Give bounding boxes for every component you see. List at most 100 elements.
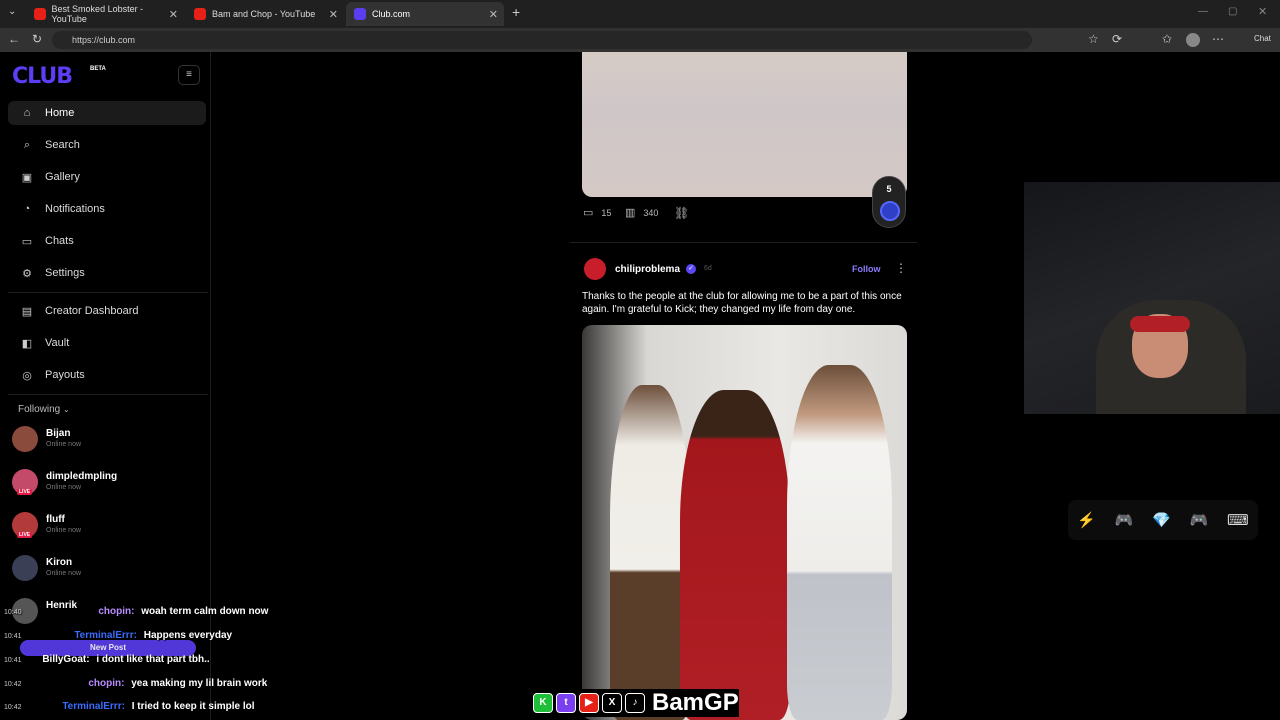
views-icon: ▥ <box>625 207 636 219</box>
following-item-fluff[interactable]: LIVE fluff Online now <box>12 512 202 542</box>
sidebar-item-home[interactable]: ⌂ Home <box>8 101 206 125</box>
photo-person-middle <box>680 390 790 720</box>
following-name: Kiron <box>46 557 73 568</box>
sidebar-item-label: Creator Dashboard <box>45 305 139 317</box>
chevron-down-icon: ⌄ <box>63 405 70 414</box>
tab-youtube-bam[interactable]: Bam and Chop - YouTube ✕ <box>186 2 344 26</box>
chat-time: 10:42 <box>4 704 22 711</box>
sidebar-item-payouts[interactable]: ◎ Payouts <box>8 363 206 387</box>
streamer-brand-overlay: K t ▶ X ♪ BamGP <box>533 689 739 717</box>
chat-message: 10:41 TerminalErrr: Happens everyday <box>4 630 232 641</box>
tab-title: Club.com <box>372 9 411 19</box>
chat-text: I tried to keep it simple lol <box>131 701 255 712</box>
sidebar-item-chats[interactable]: ▭ Chats <box>8 229 206 253</box>
youtube-icon <box>34 8 46 20</box>
more-icon[interactable]: ⋯ <box>1212 32 1224 46</box>
following-label: Following <box>18 404 61 415</box>
following-item-bijan[interactable]: Bijan Online now <box>12 426 202 456</box>
gamepad-icon: 🎮 <box>1189 512 1209 529</box>
sidebar-item-label: Chats <box>45 235 74 247</box>
tip-count: 5 <box>886 184 892 194</box>
chat-time: 10:42 <box>4 681 22 688</box>
divider <box>570 242 917 243</box>
more-options-icon[interactable]: ⋮ <box>895 261 907 275</box>
chat-message: 10:41 BillyGoat: i dont like that part t… <box>4 654 210 665</box>
dashboard-icon: ▤ <box>21 305 33 318</box>
diamond-icon: 💎 <box>1152 512 1171 529</box>
vault-icon: ◧ <box>21 337 33 350</box>
back-icon[interactable]: ← <box>8 32 20 46</box>
sidebar-item-gallery[interactable]: ▣ Gallery <box>8 165 206 189</box>
lightning-icon: ⚡ <box>1077 512 1097 529</box>
hex-badge-icon <box>880 201 900 221</box>
chat-message: 10:42 chopin: yea making my lil brain wo… <box>4 678 267 689</box>
youtube-icon <box>194 8 206 20</box>
following-name: fluff <box>46 514 65 525</box>
avatar[interactable] <box>584 258 606 280</box>
club-logo[interactable]: CLUB <box>12 64 73 89</box>
close-window-icon[interactable]: ✕ <box>1258 5 1267 18</box>
minimize-icon[interactable]: — <box>1198 6 1208 17</box>
following-status: Online now <box>46 527 82 534</box>
extensions-icon[interactable]: ⟳ <box>1112 32 1122 46</box>
divider <box>8 394 208 395</box>
comment-icon: ▭ <box>583 207 594 219</box>
url-field[interactable]: https://club.com <box>52 31 1032 49</box>
following-item-kiron[interactable]: Kiron Online now <box>12 555 202 585</box>
chat-user: BillyGoat: <box>42 654 90 665</box>
post-author[interactable]: chiliproblema <box>615 264 680 275</box>
browser-tab-bar: ⌄ Best Smoked Lobster - YouTube ✕ Bam an… <box>0 0 1280 28</box>
comments-count[interactable]: ▭ 15 <box>583 206 611 219</box>
maximize-icon[interactable]: ▢ <box>1228 6 1237 17</box>
verified-icon: ✓ <box>686 264 696 274</box>
following-name: dimpledmpling <box>46 471 118 482</box>
sidebar-item-vault[interactable]: ◧ Vault <box>8 331 206 355</box>
chat-user: TerminalErrr: <box>74 630 137 641</box>
avatar <box>12 555 38 581</box>
live-badge: LIVE <box>17 489 33 495</box>
avatar[interactable] <box>1186 33 1200 47</box>
sidebar-item-creator-dashboard[interactable]: ▤ Creator Dashboard <box>8 299 206 323</box>
collections-icon[interactable]: ✩ <box>1162 32 1172 46</box>
kick-icon: K <box>533 693 553 713</box>
reload-icon[interactable]: ↻ <box>32 32 42 46</box>
sidebar-item-label: Settings <box>45 267 85 279</box>
x-icon: X <box>602 693 622 713</box>
tab-club[interactable]: Club.com ✕ <box>346 2 504 26</box>
chat-time: 10:41 <box>4 657 22 664</box>
sidebar-item-settings[interactable]: ⚙ Settings <box>8 261 206 285</box>
tab-title: Bam and Chop - YouTube <box>212 9 316 19</box>
sidebar-item-notifications[interactable]: ◔ Notifications <box>8 197 206 221</box>
gamepad-icon: 🎮 <box>1114 512 1134 529</box>
following-name: Bijan <box>46 428 71 439</box>
favorite-icon[interactable]: ☆ <box>1088 32 1099 46</box>
collapse-menu-button[interactable]: ≡ <box>178 65 200 85</box>
close-icon[interactable]: ✕ <box>489 8 498 21</box>
keyboard-icon: ⌨ <box>1226 512 1249 529</box>
beta-label: BETA <box>90 66 106 72</box>
post-image[interactable] <box>582 52 907 197</box>
tab-youtube-lobster[interactable]: Best Smoked Lobster - YouTube ✕ <box>26 2 184 26</box>
link-icon[interactable]: ⛓ <box>674 206 689 220</box>
address-bar: ← ↻ https://club.com ☆ ⟳ ✩ ⋯ Chat <box>0 28 1280 52</box>
live-badge: LIVE <box>17 532 33 538</box>
chat-time: 10:40 <box>4 609 22 616</box>
chat-message: 10:40 chopin: woah term calm down now <box>4 606 268 617</box>
tip-badge[interactable]: 5 <box>872 176 906 228</box>
sidebar-item-label: Search <box>45 139 80 151</box>
bandana <box>1130 316 1190 332</box>
sidebar-item-label: Home <box>45 107 75 119</box>
tab-list-chevron-icon[interactable]: ⌄ <box>8 6 16 17</box>
following-toggle[interactable]: Following ⌄ <box>18 404 70 415</box>
photo-person-right <box>787 365 892 720</box>
following-item-dimpledmpling[interactable]: LIVE dimpledmpling Online now <box>12 469 202 499</box>
sidebar-item-search[interactable]: ⌕ Search <box>8 133 206 157</box>
copilot-chat-button[interactable]: Chat <box>1254 34 1271 43</box>
close-icon[interactable]: ✕ <box>329 8 338 21</box>
close-icon[interactable]: ✕ <box>169 8 178 21</box>
divider <box>8 292 208 293</box>
new-tab-icon[interactable]: + <box>512 4 520 20</box>
post-photo[interactable] <box>582 325 907 720</box>
follow-button[interactable]: Follow <box>852 264 881 274</box>
post-time: 6d <box>704 265 712 272</box>
